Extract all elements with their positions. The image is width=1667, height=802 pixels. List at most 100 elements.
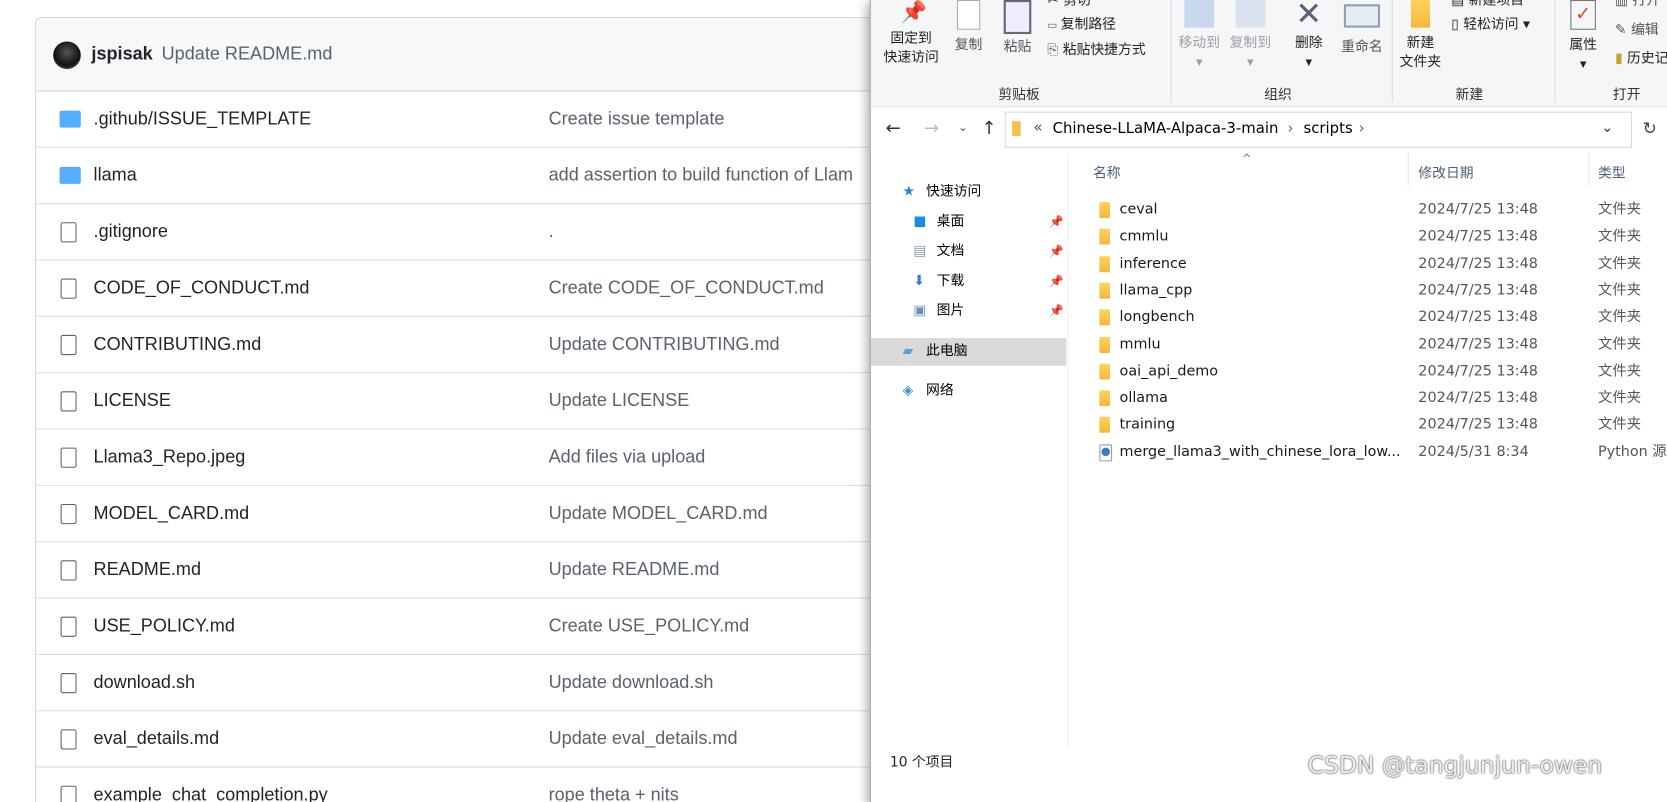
nav-item-label: 图片 xyxy=(936,303,965,319)
file-name-link[interactable]: MODEL_CARD.md xyxy=(94,503,250,524)
ribbon: 📌 固定到 快速访问 复制 粘贴 ✂ 剪切 ▭ 复制路径 ⎘ 粘贴快捷方式 移动… xyxy=(870,0,1667,108)
commit-message-link[interactable]: rope theta + nits xyxy=(549,785,679,802)
open-button[interactable]: ▥ 打开 xyxy=(1615,0,1660,11)
commit-message-link[interactable]: add assertion to build function of Llam xyxy=(549,165,853,186)
nav-item[interactable]: ⬇ 下载 📌 xyxy=(871,268,1067,296)
file-row[interactable]: training 2024/7/25 13:48 文件夹 xyxy=(1070,412,1667,439)
file-name-link[interactable]: eval_details.md xyxy=(94,728,220,749)
move-to-button[interactable]: 移动到 ▼ xyxy=(1175,0,1224,72)
path-icon: ▭ xyxy=(1047,20,1061,32)
file-row[interactable]: mmlu 2024/7/25 13:48 文件夹 xyxy=(1070,331,1667,358)
new-folder-button[interactable]: 新建 文件夹 xyxy=(1396,0,1445,72)
file-row[interactable]: cmmlu 2024/7/25 13:48 文件夹 xyxy=(1070,224,1667,251)
checkmark-icon: ✓ xyxy=(1570,0,1596,30)
copy-path-button[interactable]: ▭ 复制路径 xyxy=(1047,16,1116,36)
file-name-link[interactable]: CONTRIBUTING.md xyxy=(94,334,262,355)
pin-icon[interactable]: 📌 xyxy=(1049,208,1064,236)
file-name-link[interactable]: Llama3_Repo.jpeg xyxy=(94,447,246,468)
file-row[interactable]: oai_api_demo 2024/7/25 13:48 文件夹 xyxy=(1070,358,1667,385)
paste-shortcut-button[interactable]: ⎘ 粘贴快捷方式 xyxy=(1047,41,1145,60)
modified-date: 2024/7/25 13:48 xyxy=(1418,416,1538,434)
sort-ascending-icon: ^ xyxy=(1241,152,1252,166)
dropdown-chevron-icon[interactable]: ⌄ xyxy=(1601,119,1613,136)
column-name[interactable]: 名称 xyxy=(1093,162,1121,182)
commit-author[interactable]: jspisak xyxy=(91,44,152,65)
file-name-link[interactable]: .gitignore xyxy=(94,221,168,242)
nav-item[interactable]: ◈ 网络 xyxy=(871,377,1067,405)
file-row[interactable]: ollama 2024/7/25 13:48 文件夹 xyxy=(1070,385,1667,412)
pin-icon[interactable]: 📌 xyxy=(1049,298,1064,326)
file-name-link[interactable]: download.sh xyxy=(94,672,196,693)
column-date[interactable]: 修改日期 xyxy=(1418,162,1473,182)
commit-message-link[interactable]: Add files via upload xyxy=(549,447,706,468)
file-row[interactable]: longbench 2024/7/25 13:48 文件夹 xyxy=(1070,304,1667,331)
commit-message-link[interactable]: Create issue template xyxy=(549,108,725,129)
cut-button[interactable]: ✂ 剪切 xyxy=(1047,0,1091,11)
rename-button[interactable]: 重命名 xyxy=(1336,0,1387,57)
file-icon xyxy=(60,278,77,299)
file-name-link[interactable]: CODE_OF_CONDUCT.md xyxy=(94,277,310,298)
file-name-link[interactable]: USE_POLICY.md xyxy=(94,616,235,637)
commit-message-link[interactable]: Update MODEL_CARD.md xyxy=(549,503,768,524)
file-row[interactable]: llama_cpp 2024/7/25 13:48 文件夹 xyxy=(1070,277,1667,304)
up-arrow-icon[interactable]: ↑ xyxy=(981,118,996,139)
file-row[interactable]: inference 2024/7/25 13:48 文件夹 xyxy=(1070,250,1667,277)
overflow-crumb[interactable]: « xyxy=(1033,119,1042,136)
easy-access-button[interactable]: ▯ 轻松访问 ▾ xyxy=(1451,16,1530,35)
breadcrumb-separator-icon[interactable]: › xyxy=(1288,120,1294,137)
back-arrow-icon[interactable]: ← xyxy=(886,118,901,139)
commit-message-link[interactable]: Update download.sh xyxy=(549,672,714,693)
column-type[interactable]: 类型 xyxy=(1598,162,1626,182)
commit-message[interactable]: Update README.md xyxy=(162,44,333,65)
commit-message-link[interactable]: Update README.md xyxy=(549,559,720,580)
file-name: inference xyxy=(1119,254,1187,272)
new-item-button[interactable]: ▤ 新建项目 xyxy=(1451,0,1524,11)
copy-to-button[interactable]: 复制到 ▼ xyxy=(1226,0,1275,72)
commit-message-link[interactable]: Create CODE_OF_CONDUCT.md xyxy=(549,277,824,298)
paste-button[interactable]: 粘贴 xyxy=(996,0,1039,57)
author-avatar[interactable] xyxy=(53,41,81,70)
commit-message-link[interactable]: . xyxy=(549,221,554,242)
pin-icon[interactable]: 📌 xyxy=(1049,268,1064,296)
status-bar-item-count: 10 个项目 xyxy=(889,754,954,771)
commit-message-link[interactable]: Create USE_POLICY.md xyxy=(549,616,750,637)
file-name-link[interactable]: .github/ISSUE_TEMPLATE xyxy=(94,108,312,129)
copy-button[interactable]: 复制 xyxy=(947,0,990,55)
breadcrumb-project[interactable]: Chinese-LLaMA-Alpaca-3-main xyxy=(1053,120,1279,137)
file-name-link[interactable]: README.md xyxy=(94,559,201,580)
breadcrumb-scripts[interactable]: scripts xyxy=(1303,120,1352,137)
file-name-link[interactable]: LICENSE xyxy=(94,390,171,411)
file-type: 文件夹 xyxy=(1597,389,1642,407)
file-row[interactable]: merge_llama3_with_chinese_lora_low... 202… xyxy=(1070,439,1667,466)
folder-icon xyxy=(1099,228,1110,245)
download-icon: ⬇ xyxy=(913,273,925,290)
edit-button[interactable]: ✎ 编辑 xyxy=(1615,21,1659,40)
file-name-link[interactable]: llama xyxy=(94,165,137,186)
address-bar[interactable]: « Chinese-LLaMA-Alpaca-3-main › scripts … xyxy=(1004,111,1633,148)
properties-button[interactable]: ✓ 属性 ▼ xyxy=(1562,0,1605,74)
file-name-link[interactable]: example_chat_completion.py xyxy=(94,785,328,802)
forward-arrow-icon[interactable]: → xyxy=(924,118,939,139)
refresh-icon[interactable]: ↻ xyxy=(1643,118,1657,138)
nav-item[interactable]: ★ 快速访问 xyxy=(871,179,1067,207)
nav-item[interactable]: ■ 桌面 📌 xyxy=(871,208,1067,236)
address-row: ← → ⌄ ↑ « Chinese-LLaMA-Alpaca-3-main › … xyxy=(870,107,1667,153)
file-name: longbench xyxy=(1119,308,1195,326)
nav-item[interactable]: ▣ 图片 📌 xyxy=(871,298,1067,326)
commit-message-link[interactable]: Update eval_details.md xyxy=(549,728,738,749)
recent-chevron-icon[interactable]: ⌄ xyxy=(958,120,968,134)
file-row[interactable]: ceval 2024/7/25 13:48 文件夹 xyxy=(1070,197,1667,224)
nav-item-label: 下载 xyxy=(936,273,965,290)
modified-date: 2024/7/25 13:48 xyxy=(1418,335,1538,353)
folder-icon xyxy=(1099,336,1110,353)
delete-button[interactable]: ✕ 删除 ▼ xyxy=(1288,0,1331,72)
nav-item[interactable]: ▰ 此电脑 xyxy=(870,338,1067,366)
commit-message-link[interactable]: Update LICENSE xyxy=(549,390,690,411)
commit-message-link[interactable]: Update CONTRIBUTING.md xyxy=(549,334,780,355)
pin-to-quick-access-button[interactable]: 📌 固定到 快速访问 xyxy=(879,0,943,68)
star-icon: ★ xyxy=(902,183,916,200)
history-button[interactable]: ▮ 历史记 xyxy=(1615,50,1667,69)
breadcrumb-separator-icon[interactable]: › xyxy=(1359,120,1365,137)
pin-icon[interactable]: 📌 xyxy=(1049,238,1064,266)
nav-item[interactable]: ▤ 文档 📌 xyxy=(871,238,1067,266)
